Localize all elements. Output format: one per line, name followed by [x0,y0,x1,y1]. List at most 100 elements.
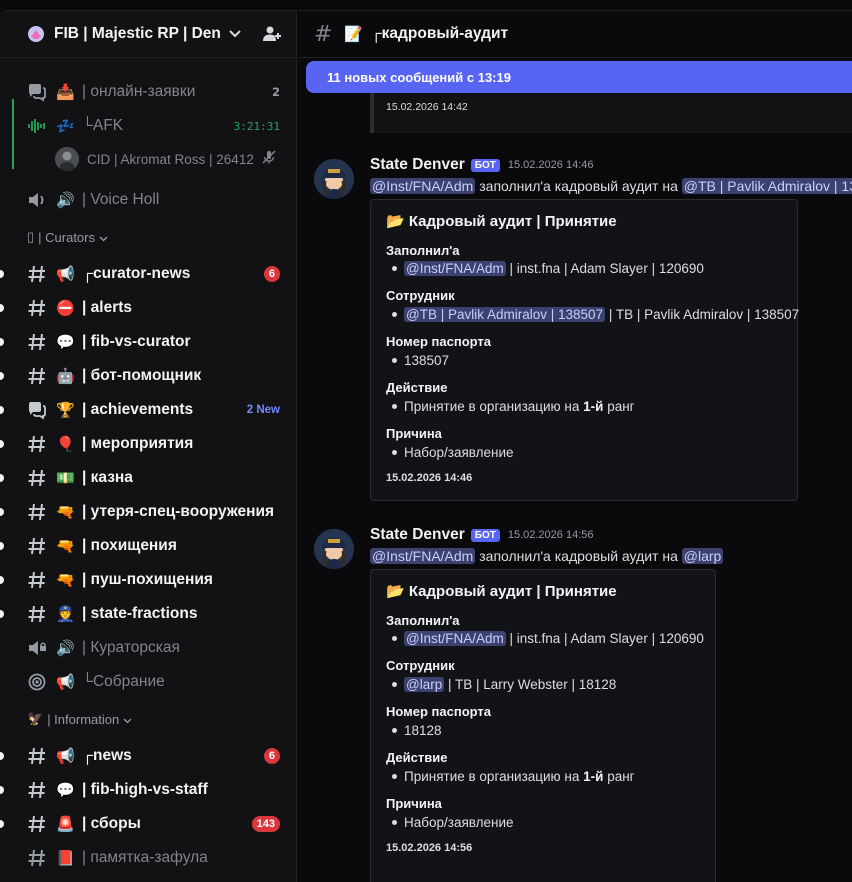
field-value: 138507 [392,353,449,368]
hash-icon [27,468,47,488]
field-title: Заполнил'а [386,243,460,258]
channel-item[interactable]: 💬 | fib-high-vs-staff [0,774,296,806]
channel-emoji: 🔫 [56,503,75,521]
channel-label: | мероприятия [82,435,194,452]
voice-user[interactable]: CID | Akromat Ross | 26412 [55,146,285,172]
channel-item[interactable]: 💤 └AFK 3:21:31 [0,110,296,142]
mention[interactable]: @Inst/FNA/Adm [370,548,476,564]
avatar[interactable] [314,529,354,569]
field-text: Принятие в организацию на [404,769,584,784]
embed-footer-timestamp: 15.02.2026 14:56 [386,842,473,854]
mention[interactable]: @Inst/FNA/Adm [404,631,506,646]
hash-icon [27,332,47,352]
channel-emoji: 🏆 [56,401,75,419]
field-title: Сотрудник [386,658,455,673]
mention[interactable]: @TB | Pavlik Admiralov | 138507 [404,307,606,322]
category-label: | Information [47,711,120,727]
rank-value: 1-й [583,399,604,414]
unread-indicator [0,542,4,550]
channel-label: └Собрание [82,673,165,690]
app-window: FIB | Majestic RP | Den... 📥 | онлайн-зая… [0,0,852,882]
invite-people-icon[interactable] [261,24,283,44]
mention[interactable]: @Inst/FNA/Adm [370,178,476,194]
author-name[interactable]: State Denver [370,526,465,544]
field-text: ранг [603,769,635,784]
channel-item[interactable]: 🎈 | мероприятия [0,428,296,460]
channel-label: | alerts [82,299,133,316]
channel-label: | похищения [82,537,177,554]
new-messages-text: 11 новых сообщений с 13:19 [327,69,511,85]
channel-item[interactable]: 🏆 | achievements 2 New [0,394,296,426]
unread-indicator [0,406,4,414]
field-value: @Inst/FNA/Adm | inst.fna | Adam Slayer |… [392,261,704,276]
channel-item[interactable]: 🤖 | бот-помощник [0,360,296,392]
unread-indicator [0,610,4,618]
channel-sidebar: FIB | Majestic RP | Den... 📥 | онлайн-зая… [0,10,297,882]
channel-item[interactable]: ⛔ | alerts [0,292,296,324]
channel-item[interactable]: 🔊 | Voice Holl [0,184,296,216]
mention[interactable]: @Inst/FNA/Adm [404,261,506,276]
forum-icon [27,400,47,420]
channel-item[interactable]: 📢 └Собрание [0,666,296,698]
chevron-down-icon [99,230,108,245]
channel-item[interactable]: 🔫 | утеря-спец-вооружения [0,496,296,528]
category-information[interactable]: 🦅 | Information [27,711,132,727]
channel-item[interactable]: 📥 | онлайн-заявки 2 [0,76,296,108]
message-header: State Denver БОТ 15.02.2026 14:56 [370,526,593,544]
mention[interactable]: @TB | Pavlik Admiralov | 138507 [681,178,852,194]
field-title: Действие [386,380,448,395]
channel-item[interactable]: 💬 | fib-vs-curator [0,326,296,358]
channel-item[interactable]: 👮 | state-fractions [0,598,296,630]
channel-item[interactable]: 🔥| благодарности74 [0,876,296,882]
channel-label: | сборы [82,815,141,832]
hash-icon [27,502,47,522]
channel-item[interactable]: 📕 | памятка-зафула [0,842,296,874]
chevron-down-icon[interactable] [229,27,243,41]
hash-icon [27,814,47,834]
message-text: @Inst/FNA/Adm заполнил'а кадровый аудит … [370,548,724,564]
message-body: заполнил'а кадровый аудит на [475,178,682,194]
channel-emoji: 👮 [56,605,75,623]
author-name[interactable]: State Denver [370,156,465,174]
channel-item[interactable]: 🚨 | сборы 143 [0,808,296,840]
unread-indicator [0,508,4,516]
guild-header[interactable]: FIB | Majestic RP | Den... [0,11,296,58]
unread-indicator [0,440,4,448]
unread-indicator [0,372,4,380]
channel-label: | утеря-спец-вооружения [82,503,275,520]
channel-item[interactable]: 🔊 | Кураторская [0,632,296,664]
field-text: | inst.fna | Adam Slayer | 120690 [505,261,704,276]
speaker-icon [27,190,47,210]
embed-footer-timestamp: 15.02.2026 14:46 [386,472,473,484]
bot-tag: БОТ [470,158,500,172]
bot-tag: БОТ [470,528,500,542]
channel-item[interactable]: 🔫 | пуш-похищения [0,564,296,596]
new-posts-tag: 2 New [246,404,280,416]
voice-live-icon [27,116,47,136]
new-messages-bar[interactable]: 11 новых сообщений с 13:19 [306,61,852,93]
mention[interactable]: @larp [404,677,445,692]
channel-emoji: 💵 [56,469,75,487]
channel-item[interactable]: 💵 | казна [0,462,296,494]
embed-title: 📂 Кадровый аудит | Принятие [386,213,617,230]
memo-emoji: 📝 [344,25,363,43]
field-value: @TB | Pavlik Admiralov | 138507 | TB | P… [392,307,799,322]
channel-item[interactable]: 📢 ┌curator-news 6 [0,258,296,290]
category-curators[interactable]: ▯ | Curators [27,229,108,245]
rank-value: 1-й [583,769,604,784]
channel-label: | казна [82,469,133,486]
message-body: заполнил'а кадровый аудит на [475,548,682,564]
field-title: Действие [386,750,448,765]
unread-indicator [0,786,4,794]
category-label: | Curators [38,229,95,245]
embed: 📂 Кадровый аудит | Принятие Заполнил'а @In… [370,569,716,882]
channel-emoji: 💬 [56,333,75,351]
mention[interactable]: @larp [681,548,724,564]
channel-item[interactable]: 📢 ┌news 6 [0,740,296,772]
mention-badge: 6 [263,748,280,764]
avatar[interactable] [314,159,354,199]
unread-indicator [0,576,4,584]
channel-item[interactable]: 🔫 | похищения [0,530,296,562]
channel-label: | онлайн-заявки [82,83,196,100]
channel-label: | achievements [82,401,194,418]
